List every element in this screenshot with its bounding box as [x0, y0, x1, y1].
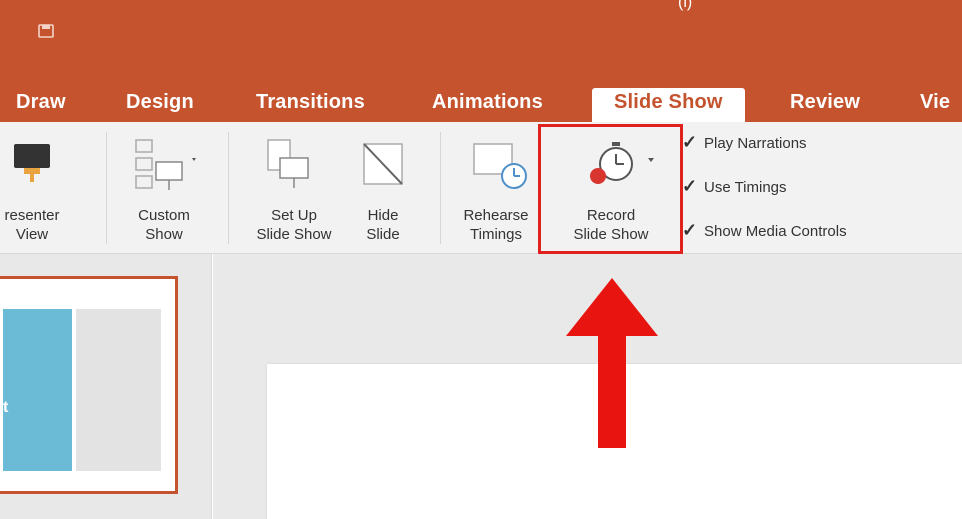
rehearse-timings-label: Rehearse Timings — [463, 207, 529, 243]
presenter-view-icon — [14, 144, 50, 182]
show-media-controls-checkbox[interactable]: ✓ Show Media Controls — [682, 220, 847, 241]
thumbnail-blue-block — [3, 309, 72, 471]
record-slide-show-highlight — [538, 124, 683, 254]
slide-thumbnail-pane: t — [0, 254, 212, 519]
setup-slide-show-icon — [267, 139, 309, 188]
play-narrations-checkbox[interactable]: ✓ Play Narrations — [682, 132, 807, 153]
title-bar: (i) — [0, 0, 962, 84]
tab-view[interactable]: Vie — [920, 88, 950, 122]
ribbon-separator — [440, 132, 441, 244]
custom-show-icon — [135, 139, 196, 190]
setup-slide-show-button[interactable]: Set Up Slide Show — [236, 122, 352, 254]
hide-slide-icon — [363, 143, 403, 185]
hide-slide-label: Hide Slide — [366, 207, 400, 243]
tab-review[interactable]: Review — [790, 88, 860, 122]
custom-show-button[interactable]: Custom Show — [118, 122, 210, 254]
rehearse-timings-button[interactable]: Rehearse Timings — [452, 122, 540, 254]
use-timings-checkbox[interactable]: ✓ Use Timings — [682, 176, 787, 197]
checkmark-icon: ✓ — [682, 220, 698, 240]
red-arrow-annotation — [566, 278, 658, 448]
window-title: (i) — [678, 0, 693, 11]
play-narrations-label: Play Narrations — [704, 135, 807, 152]
thumbnail-text: t — [3, 399, 9, 416]
presenter-view-label: resenter View — [4, 207, 60, 243]
use-timings-label: Use Timings — [704, 179, 787, 196]
tab-transitions[interactable]: Transitions — [256, 88, 365, 122]
tab-animations[interactable]: Animations — [432, 88, 543, 122]
save-icon[interactable] — [38, 24, 54, 38]
presenter-view-button[interactable]: resenter View — [0, 122, 68, 254]
slide-thumbnail[interactable]: t — [0, 276, 178, 494]
ribbon-separator — [106, 132, 107, 244]
checkmark-icon: ✓ — [682, 176, 698, 196]
tab-design[interactable]: Design — [126, 88, 194, 122]
rehearse-timings-icon — [473, 143, 527, 189]
ribbon: resenter View Custom Show Set Up Slide S… — [0, 122, 962, 254]
custom-show-label: Custom Show — [138, 207, 190, 243]
ribbon-tab-bar: Draw Design Transitions Animations Slide… — [0, 84, 962, 122]
checkmark-icon: ✓ — [682, 132, 698, 152]
show-media-controls-label: Show Media Controls — [704, 223, 847, 240]
ribbon-separator — [228, 132, 229, 244]
tab-slide-show[interactable]: Slide Show — [592, 88, 745, 122]
hide-slide-button[interactable]: Hide Slide — [352, 122, 414, 254]
tab-draw[interactable]: Draw — [16, 88, 66, 122]
thumbnail-gray-block — [76, 309, 161, 471]
setup-slide-show-label: Set Up Slide Show — [256, 207, 332, 243]
